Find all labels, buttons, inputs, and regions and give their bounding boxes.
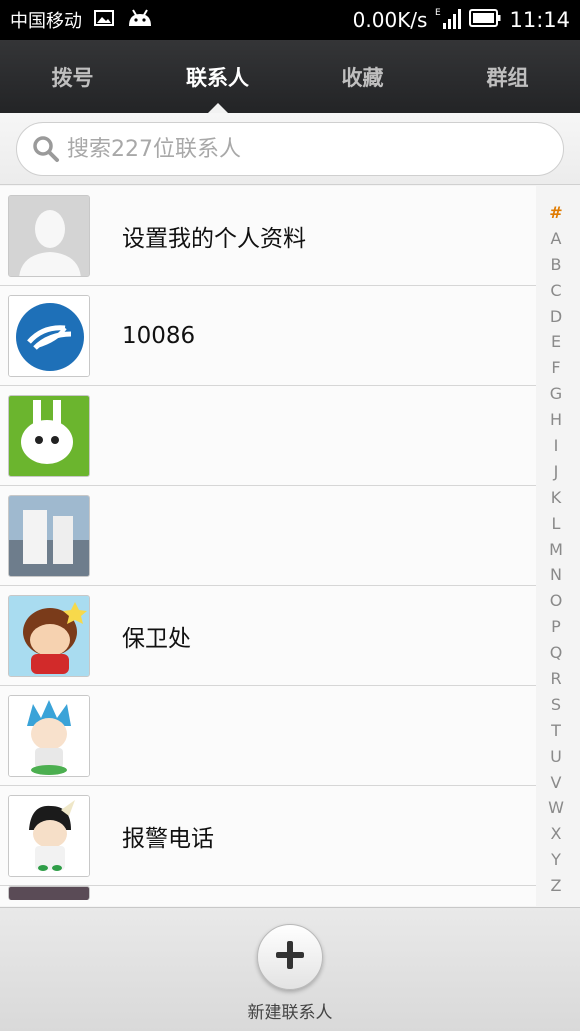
partial-avatar bbox=[8, 886, 90, 900]
alphabet-index[interactable]: # A B C D E F G H I J K L M N O P Q R S T U V W X Y Z bbox=[540, 200, 572, 899]
contact-list: 设置我的个人资料 10086 保卫处 报警电话 bbox=[0, 186, 536, 906]
index-letter[interactable]: R bbox=[550, 666, 561, 692]
index-letter[interactable]: T bbox=[551, 718, 561, 744]
index-letter[interactable]: S bbox=[551, 692, 561, 718]
status-bar: 中国移动 0.00K/s E 11:14 bbox=[0, 0, 580, 40]
tab-label: 收藏 bbox=[341, 65, 384, 90]
index-letter[interactable]: Q bbox=[550, 640, 563, 666]
tab-label: 拨号 bbox=[51, 65, 94, 90]
index-letter[interactable]: Y bbox=[551, 847, 561, 873]
index-letter[interactable]: B bbox=[551, 252, 562, 278]
index-letter[interactable]: E bbox=[551, 329, 561, 355]
index-letter[interactable]: I bbox=[554, 433, 559, 459]
android-notification-icon bbox=[126, 8, 154, 32]
contact-name: 保卫处 bbox=[122, 625, 191, 652]
index-letter[interactable]: A bbox=[551, 226, 562, 252]
signal-icon: E bbox=[435, 7, 462, 34]
default-person-avatar bbox=[8, 194, 90, 277]
tab-label: 群组 bbox=[486, 65, 529, 90]
contact-name: 10086 bbox=[122, 322, 196, 349]
search-bar bbox=[0, 113, 580, 185]
clock: 11:14 bbox=[509, 8, 570, 32]
index-letter[interactable]: W bbox=[548, 795, 564, 821]
new-contact-label: 新建联系人 bbox=[247, 1003, 333, 1023]
green-cartoon-avatar bbox=[8, 394, 90, 477]
index-letter[interactable]: M bbox=[549, 537, 563, 563]
index-letter[interactable]: P bbox=[551, 614, 561, 640]
tab-groups[interactable]: 群组 bbox=[435, 40, 580, 113]
active-tab-indicator bbox=[207, 103, 228, 113]
contact-name: 报警电话 bbox=[122, 825, 214, 852]
network-speed: 0.00K/s bbox=[352, 8, 428, 32]
index-letter[interactable]: O bbox=[550, 588, 563, 614]
index-letter[interactable]: U bbox=[550, 744, 562, 770]
bottom-bar: 新建联系人 bbox=[0, 907, 580, 1031]
search-input[interactable] bbox=[67, 136, 507, 162]
index-letter[interactable]: L bbox=[552, 511, 561, 537]
index-letter[interactable]: N bbox=[550, 562, 562, 588]
contact-row[interactable]: 保卫处 bbox=[0, 586, 536, 686]
search-field[interactable] bbox=[16, 122, 564, 176]
tab-favorites[interactable]: 收藏 bbox=[290, 40, 435, 113]
cartoon-boy-avatar bbox=[8, 594, 90, 677]
index-letter[interactable]: F bbox=[551, 355, 560, 381]
carrier-name: 中国移动 bbox=[10, 11, 82, 32]
search-icon bbox=[31, 134, 61, 164]
tab-label: 联系人 bbox=[186, 65, 249, 90]
index-letter[interactable]: C bbox=[550, 278, 561, 304]
index-letter[interactable]: D bbox=[550, 304, 562, 330]
contact-row[interactable] bbox=[0, 386, 536, 486]
contact-row[interactable] bbox=[0, 686, 536, 786]
contact-row[interactable]: 报警电话 bbox=[0, 786, 536, 886]
index-letter[interactable]: H bbox=[550, 407, 562, 433]
tab-dialer[interactable]: 拨号 bbox=[0, 40, 145, 113]
contact-row-partial[interactable] bbox=[0, 886, 536, 906]
index-letter[interactable]: X bbox=[551, 821, 562, 847]
plus-icon bbox=[274, 939, 306, 975]
contact-name: 设置我的个人资料 bbox=[122, 225, 306, 252]
anime-blue-hair-avatar bbox=[8, 694, 90, 777]
index-letter[interactable]: Z bbox=[551, 873, 562, 899]
picture-notification-icon bbox=[94, 10, 114, 30]
index-letter[interactable]: G bbox=[550, 381, 562, 407]
photo-avatar bbox=[8, 494, 90, 577]
index-letter[interactable]: J bbox=[554, 459, 559, 485]
index-letter[interactable]: K bbox=[551, 485, 562, 511]
svg-text:E: E bbox=[435, 8, 441, 18]
contact-row[interactable]: 10086 bbox=[0, 286, 536, 386]
tab-contacts[interactable]: 联系人 bbox=[145, 40, 290, 113]
tab-bar: 拨号 联系人 收藏 群组 bbox=[0, 40, 580, 113]
contact-row[interactable] bbox=[0, 486, 536, 586]
add-contact-button[interactable] bbox=[257, 924, 323, 990]
china-mobile-logo-avatar bbox=[8, 294, 90, 377]
index-letter[interactable]: # bbox=[549, 200, 562, 226]
index-letter[interactable]: V bbox=[551, 770, 562, 796]
anime-character-avatar bbox=[8, 794, 90, 877]
battery-icon bbox=[469, 8, 501, 32]
contact-row-profile[interactable]: 设置我的个人资料 bbox=[0, 186, 536, 286]
